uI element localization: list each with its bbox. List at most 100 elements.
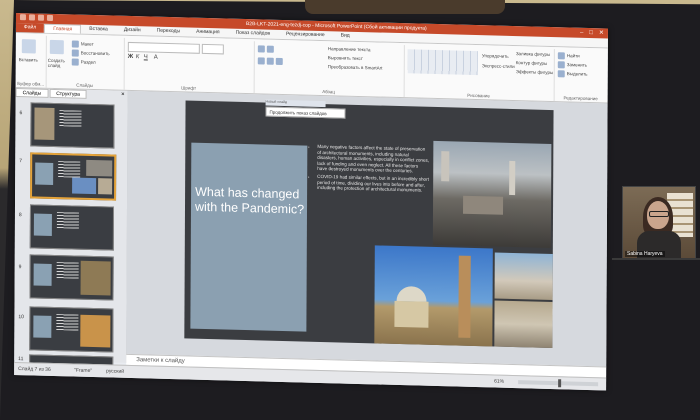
webcam-tile[interactable]: Sabina Haryeva <box>622 186 696 260</box>
thumbnail-text <box>56 212 79 229</box>
curtain <box>305 0 505 14</box>
tab-transitions[interactable]: Переходы <box>149 26 188 36</box>
new-slide-icon <box>49 39 64 55</box>
new-slide-label: Создать слайд <box>47 57 65 69</box>
align-text-button[interactable]: Выровнять текст <box>328 55 363 61</box>
quick-access-toolbar <box>19 14 53 21</box>
bullets-button[interactable] <box>257 45 276 53</box>
close-icon[interactable]: ✕ <box>599 28 604 38</box>
slide-thumbnail[interactable] <box>30 102 115 149</box>
zoom-thumb[interactable] <box>558 379 562 388</box>
maximize-icon[interactable]: □ <box>589 28 593 38</box>
reset-button[interactable]: Восстановить <box>71 49 110 57</box>
section-button[interactable]: Раздел <box>71 58 96 66</box>
layout-button[interactable]: Макет <box>71 40 94 48</box>
clipboard-group: Вставить Буфер обм... <box>15 34 47 88</box>
minimize-icon[interactable]: – <box>580 28 583 38</box>
layout-icon <box>71 40 79 48</box>
zoom-slider[interactable] <box>518 379 599 388</box>
thumbnail-title-box <box>33 213 52 236</box>
slide-number: 7 <box>19 158 23 165</box>
find-button[interactable]: Найти <box>557 52 580 60</box>
arrange-button[interactable]: Упорядочить <box>482 53 509 59</box>
tab-animations[interactable]: Анимация <box>188 28 228 38</box>
shapes-gallery[interactable] <box>407 49 478 76</box>
select-label: Выделить <box>566 71 588 77</box>
tab-insert[interactable]: Вставка <box>81 25 116 35</box>
mausoleum-shape <box>394 300 429 328</box>
section-icon <box>71 58 79 66</box>
shape-fill-label: Заливка фигуры <box>515 51 551 57</box>
close-pane-icon[interactable]: × <box>121 92 125 98</box>
mosque-painting-photo[interactable] <box>374 245 493 347</box>
save-icon[interactable] <box>28 14 35 21</box>
slide-canvas[interactable]: What has changed with the Pandemic? Many… <box>184 99 554 349</box>
font-size-select[interactable] <box>201 43 224 55</box>
quick-styles-button[interactable]: Экспресс-стили <box>482 63 515 69</box>
shape-effects-label: Эффекты фигуры <box>515 69 554 76</box>
undo-icon[interactable] <box>37 14 44 21</box>
ruined-city-photo[interactable] <box>432 140 552 249</box>
tab-outline[interactable]: Структура <box>49 88 87 99</box>
select-button[interactable]: Выделить <box>557 70 588 78</box>
mosque-interior-photo[interactable] <box>494 300 553 349</box>
thumbnail-text <box>56 262 79 279</box>
slides-group-label: Слайды <box>76 82 94 89</box>
tab-home[interactable]: Главная <box>44 23 82 34</box>
thumbnail-text <box>56 314 79 331</box>
ruin-minaret <box>509 160 516 196</box>
glasses-icon <box>649 211 669 217</box>
tab-design[interactable]: Дизайн <box>116 26 149 36</box>
language-indicator[interactable]: русский <box>106 365 124 378</box>
editing-group: Найти Заменить Выделить Редактирование <box>554 49 608 102</box>
slide-thumbnail[interactable] <box>29 306 114 353</box>
layout-label: Макет <box>80 41 94 47</box>
smartart-button[interactable]: Преобразовать в SmartArt <box>328 64 383 70</box>
tab-slideshow[interactable]: Показ слайдов <box>228 29 278 39</box>
replace-button[interactable]: Заменить <box>557 61 588 69</box>
thumbnail-photo <box>86 159 113 177</box>
tab-file[interactable]: Файл <box>15 22 45 33</box>
shape-effects-button[interactable]: Эффекты фигуры <box>516 69 554 75</box>
align-text-label: Выровнять текст <box>327 55 363 62</box>
mosque-exterior-photo[interactable] <box>494 252 553 301</box>
shape-outline-label: Контур фигуры <box>515 60 548 66</box>
shape-outline-button[interactable]: Контур фигуры <box>516 60 547 66</box>
paste-button[interactable] <box>21 39 38 54</box>
tab-view[interactable]: Вид <box>333 31 358 41</box>
tab-slides[interactable]: Слайды <box>15 87 49 98</box>
thumbnail-photo <box>34 107 55 141</box>
replace-label: Заменить <box>566 62 588 68</box>
thumbnail-photo <box>98 178 113 195</box>
reset-icon <box>71 49 79 57</box>
slide-thumbnail-selected[interactable] <box>30 152 117 201</box>
font-family-select[interactable] <box>127 41 200 54</box>
continue-show-tooltip[interactable]: Продолжить показ слайдов <box>265 106 346 119</box>
title-box <box>190 142 308 332</box>
tab-review[interactable]: Рецензирование <box>278 30 333 40</box>
zoom-percent[interactable]: 61% <box>494 376 504 389</box>
slide-body-text[interactable]: Many negative factors affect the state o… <box>311 144 429 196</box>
bold-button[interactable]: Ж <box>128 54 133 60</box>
slide-number: 8 <box>18 212 22 219</box>
align-right-icon <box>275 57 283 65</box>
section-label: Раздел <box>80 59 96 65</box>
shape-fill-button[interactable]: Заливка фигуры <box>516 51 550 57</box>
slide-title[interactable]: What has changed with the Pandemic? <box>195 185 305 218</box>
text-direction-button[interactable]: Направление текста <box>328 46 371 52</box>
underline-button[interactable]: Ч <box>144 54 148 60</box>
slides-pane: Слайды Структура × 6 7 8 9 10 11 <box>14 87 129 367</box>
new-slide-button[interactable] <box>49 39 66 55</box>
italic-button[interactable]: К <box>136 54 140 60</box>
ruin-rubble <box>463 195 504 215</box>
slides-group: Создать слайд Макет Восстановить Раздел … <box>45 35 125 90</box>
font-color-button[interactable]: A <box>154 55 158 61</box>
slide-thumbnail[interactable] <box>29 254 114 301</box>
paste-icon <box>21 39 36 54</box>
redo-icon[interactable] <box>46 14 53 21</box>
slide-thumbnail[interactable] <box>29 204 114 251</box>
dome-shape <box>396 285 427 302</box>
ppt-logo-icon <box>19 14 26 21</box>
align-button[interactable] <box>257 57 285 65</box>
bullet-item: COVID-19 had similar effects, but in an … <box>317 174 429 194</box>
